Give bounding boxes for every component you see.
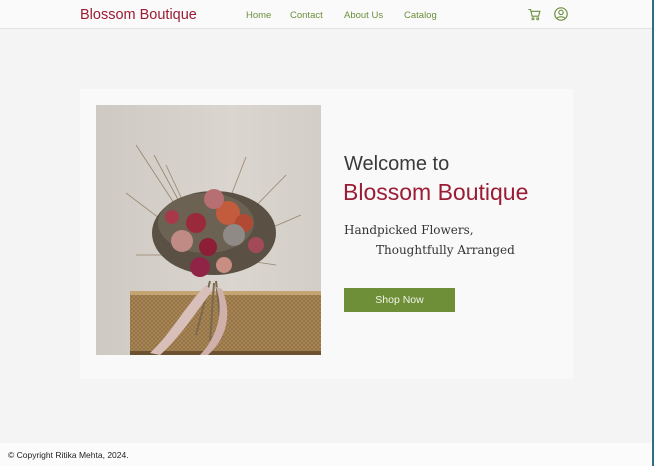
copyright-text: © Copyright Ritika Mehta, 2024. xyxy=(8,450,129,460)
hero-section: Welcome to Blossom Boutique Handpicked F… xyxy=(80,89,573,379)
site-footer: © Copyright Ritika Mehta, 2024. xyxy=(0,443,652,466)
site-header: Blossom Boutique Home Contact About Us C… xyxy=(0,0,652,29)
bouquet-photo xyxy=(96,105,321,355)
tagline-line-1: Handpicked Flowers, xyxy=(344,223,474,237)
brand-logo[interactable]: Blossom Boutique xyxy=(80,7,197,23)
shop-now-button[interactable]: Shop Now xyxy=(344,288,455,312)
tagline-line-2: Thoughtfully Arranged xyxy=(376,243,515,257)
hero-brand-title: Blossom Boutique xyxy=(343,179,529,205)
nav-about-us[interactable]: About Us xyxy=(344,10,383,21)
account-icon[interactable] xyxy=(554,7,568,21)
nav-catalog[interactable]: Catalog xyxy=(404,10,437,21)
nav-home[interactable]: Home xyxy=(246,10,271,21)
nav-contact[interactable]: Contact xyxy=(290,10,323,21)
welcome-heading: Welcome to xyxy=(344,153,450,175)
cart-icon[interactable] xyxy=(528,8,541,21)
